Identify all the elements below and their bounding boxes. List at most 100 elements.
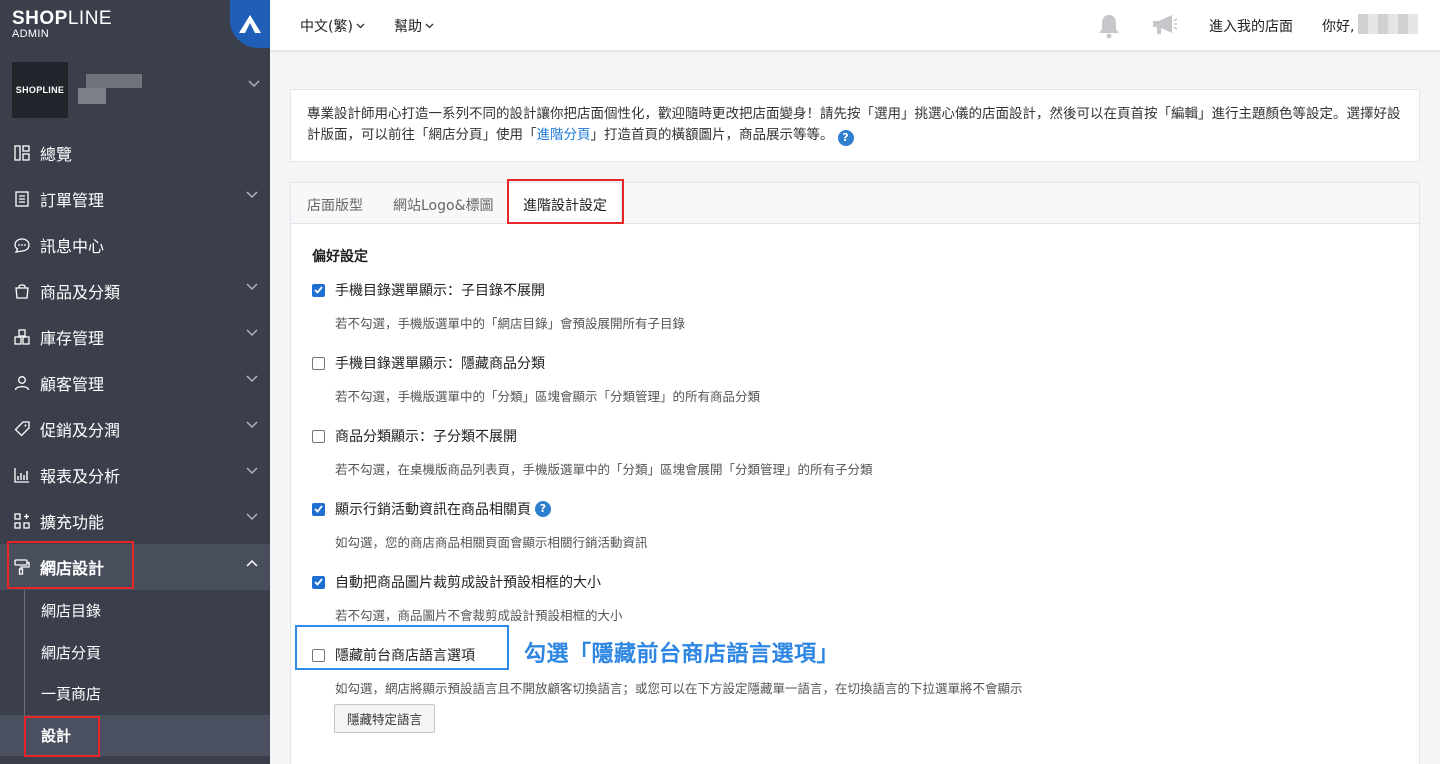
apps-icon [12,511,32,531]
greeting-label: 你好, [1322,19,1355,35]
checkbox-checked[interactable] [312,502,325,516]
sidebar-subitem-store-pages[interactable]: 網店分頁 [0,632,270,674]
tab-store-layout[interactable]: 店面版型 [307,195,363,215]
language-label: 中文(繁) [300,19,353,35]
sidebar-item-overview[interactable]: 總覽 [0,130,270,176]
design-intro-notice: 專業設計師用心打造一系列不同的設計讓你把店面個性化，歡迎隨時更改把店面變身！請先… [290,89,1420,162]
highlight-design-subitem [24,716,100,757]
sidebar-item-reports[interactable]: 報表及分析 [0,452,270,498]
sidebar-item-label: 訊息中心 [40,237,105,256]
highlight-hide-language-option [295,625,509,670]
option-description: 若不勾選，商品圖片不會裁剪成設計預設相框的大小 [335,608,623,623]
chevron-down-icon [246,329,258,337]
store-name-blurred [78,74,146,106]
sidebar-item-inventory[interactable]: 庫存管理 [0,314,270,360]
option-label: 自動把商品圖片裁剪成設計預設相框的大小 [335,575,601,591]
notice-text: 專業設計師用心打造一系列不同的設計讓你把店面個性化，歡迎隨時更改把店面變身！請先… [307,106,1401,143]
option-description: 若不勾選，手機版選單中的「網店目錄」會預設展開所有子目錄 [335,316,686,331]
hide-specific-language-button[interactable]: 隱藏特定語言 [334,704,436,733]
language-dropdown[interactable]: 中文(繁) [300,16,365,36]
option-label: 商品分類顯示：子分類不展開 [335,429,517,445]
sidebar-item-products[interactable]: 商品及分類 [0,268,270,314]
help-dropdown[interactable]: 幫助 [394,16,434,36]
chevron-down-icon [425,23,434,29]
sidebar-item-promotions[interactable]: 促銷及分潤 [0,406,270,452]
enter-store-label: 進入我的店面 [1209,19,1293,35]
highlight-store-design [7,541,134,589]
option-show-promotions: 顯示行銷活動資訊在商品相關頁 ? 如勾選，您的商店商品相關頁面會顯示相關行銷活動… [312,499,648,551]
option-subcategory-collapse: 商品分類顯示：子分類不展開 若不勾選，在桌機版商品列表頁，手機版選單中的「分類」… [312,426,873,478]
sidebar-nav: 總覽 訂單管理 訊息中心 商品及分類 庫存管理 顧客管理 促銷及分潤 報表及分析… [0,130,270,756]
brand-header: SHOPLINE ADMIN [0,0,270,50]
chevron-down-icon [246,191,258,199]
shopping-bag-icon [12,281,32,301]
chevron-down-icon [246,375,258,383]
chevron-down-icon [248,80,260,88]
enter-store-link[interactable]: 進入我的店面 [1209,16,1293,36]
sidebar-item-extensions[interactable]: 擴充功能 [0,498,270,544]
preferences-title: 偏好設定 [312,249,368,265]
chevron-down-icon [246,467,258,475]
help-icon[interactable]: ? [837,130,854,146]
checkbox-unchecked[interactable] [312,429,325,443]
sidebar-item-label: 擴充功能 [40,513,105,532]
sidebar-item-label: 促銷及分潤 [40,421,121,440]
user-menu[interactable]: 你好, [1322,16,1354,36]
settings-panel: 店面版型 網站Logo&標圖 進階設計設定 偏好設定 手機目錄選單顯示：子目錄不… [290,182,1420,764]
bar-chart-icon [12,465,32,485]
option-description: 若不勾選，在桌機版商品列表頁，手機版選單中的「分類」區塊會展開「分類管理」的所有… [335,462,873,477]
sidebar-item-orders[interactable]: 訂單管理 [0,176,270,222]
chat-bubble-icon [12,235,32,255]
username-blurred [1358,14,1418,34]
chevron-down-icon [246,513,258,521]
checkbox-unchecked[interactable] [312,356,325,370]
order-list-icon [12,189,32,209]
instruction-callout: 勾選「隱藏前台商店語言選項」 [524,642,840,667]
chevron-down-icon [356,23,365,29]
option-label: 手機目錄選單顯示：隱藏商品分類 [335,356,545,372]
sidebar: SHOPLINE ADMIN SHOPLINE 總覽 訂單管理 訊息中心 商品及… [0,0,270,764]
option-mobile-menu-collapse: 手機目錄選單顯示：子目錄不展開 若不勾選，手機版選單中的「網店目錄」會預設展開所… [312,280,685,332]
checkbox-checked[interactable] [312,283,325,297]
option-label: 手機目錄選單顯示：子目錄不展開 [335,283,545,299]
shopline-logo[interactable]: SHOPLINE [12,8,112,30]
sidebar-item-label: 商品及分類 [40,283,121,302]
checkbox-checked[interactable] [312,575,325,589]
option-description: 如勾選，您的商店商品相關頁面會顯示相關行銷活動資訊 [335,535,648,550]
highlight-advanced-tab [507,179,624,224]
sidebar-item-label: 報表及分析 [40,467,121,486]
option-label: 顯示行銷活動資訊在商品相關頁 [335,502,531,518]
option-description: 如勾選，網店將顯示預設語言且不開放顧客切換語言；或您可以在下方設定隱藏單一語言，… [335,681,1023,696]
bell-icon[interactable] [1097,13,1121,39]
option-mobile-hide-categories: 手機目錄選單顯示：隱藏商品分類 若不勾選，手機版選單中的「分類」區塊會顯示「分類… [312,353,760,405]
option-description: 若不勾選，手機版選單中的「分類」區塊會顯示「分類管理」的所有商品分類 [335,389,761,404]
advanced-page-link[interactable]: 進階分頁 [537,127,591,143]
store-selector[interactable]: SHOPLINE [12,62,260,118]
sidebar-item-label: 顧客管理 [40,375,105,394]
chevron-down-icon [246,283,258,291]
sidebar-item-messages[interactable]: 訊息中心 [0,222,270,268]
admin-label: ADMIN [12,28,49,40]
option-auto-crop-images: 自動把商品圖片裁剪成設計預設相框的大小 若不勾選，商品圖片不會裁剪成設計預設相框… [312,572,623,624]
sidebar-subitem-one-page-store[interactable]: 一頁商店 [0,673,270,715]
grid-icon [12,143,32,163]
tag-icon [12,419,32,439]
topbar: 中文(繁) 幫助 進入我的店面 你好, [270,0,1440,50]
person-icon [12,373,32,393]
notice-text-end: 」打造首頁的橫額圖片，商品展示等等。 [590,127,834,143]
tab-logo-banner[interactable]: 網站Logo&標圖 [393,195,494,215]
store-avatar: SHOPLINE [12,62,68,118]
help-icon[interactable]: ? [535,501,551,517]
sidebar-item-label: 總覽 [40,145,73,164]
chevron-up-icon [246,559,258,567]
megaphone-icon[interactable] [1150,13,1178,37]
chevron-down-icon [246,421,258,429]
sidebar-item-customers[interactable]: 顧客管理 [0,360,270,406]
help-label: 幫助 [394,19,422,35]
app-switcher-icon[interactable] [230,0,270,48]
boxes-icon [12,327,32,347]
sidebar-item-label: 庫存管理 [40,329,105,348]
sidebar-subitem-store-menu[interactable]: 網店目錄 [0,590,270,632]
tabs-bar: 店面版型 網站Logo&標圖 進階設計設定 [291,183,1419,224]
sidebar-item-label: 訂單管理 [40,191,105,210]
